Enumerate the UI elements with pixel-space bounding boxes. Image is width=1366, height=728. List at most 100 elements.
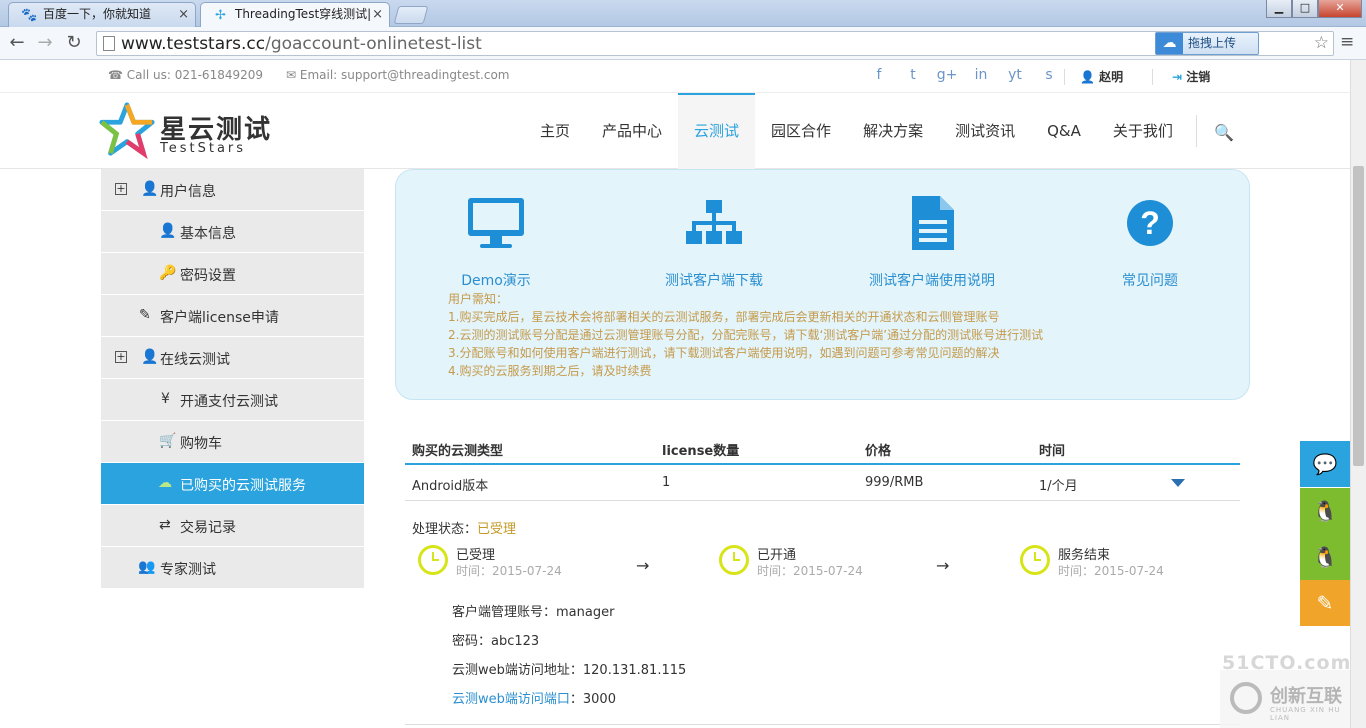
skype-icon[interactable]: s bbox=[1032, 67, 1066, 83]
logout-text: 注销 bbox=[1186, 70, 1211, 84]
feature-faq[interactable]: ? 常见问题 bbox=[1050, 188, 1250, 290]
youtube-icon[interactable]: yt bbox=[998, 67, 1032, 83]
divider bbox=[1196, 115, 1197, 147]
menu-icon[interactable]: ≡ bbox=[1340, 32, 1354, 52]
username: 赵明 bbox=[1099, 70, 1124, 84]
twitter-icon[interactable]: t bbox=[896, 67, 930, 83]
qq-icon: 🐧 bbox=[1312, 499, 1338, 523]
sidebar-item-transactions[interactable]: ⇄ 交易记录 bbox=[101, 505, 364, 547]
email-text: Email: support@threadingtest.com bbox=[299, 68, 510, 82]
logout-link[interactable]: ⇥ 注销 bbox=[1172, 68, 1210, 85]
new-tab-button[interactable] bbox=[393, 6, 429, 24]
page-scrollbar[interactable] bbox=[1350, 60, 1366, 728]
step-title: 已受理 bbox=[456, 548, 496, 563]
close-window-button[interactable]: ✕ bbox=[1318, 0, 1362, 18]
linkedin-icon[interactable]: in bbox=[964, 67, 998, 83]
user-icon: 👤 bbox=[141, 181, 159, 197]
star-icon[interactable]: ☆ bbox=[1314, 33, 1329, 53]
googleplus-icon[interactable]: g+ bbox=[930, 67, 964, 83]
web-address: 云测web端访问地址：120.131.81.115 bbox=[452, 663, 687, 678]
arrow-left-icon[interactable]: ← bbox=[6, 32, 28, 54]
facebook-icon[interactable]: f bbox=[862, 67, 896, 83]
scrollbar-thumb[interactable] bbox=[1353, 166, 1364, 466]
port-value: ：3000 bbox=[569, 692, 616, 707]
step-title: 已开通 bbox=[757, 548, 797, 563]
table-cell: 1 bbox=[662, 475, 671, 490]
feature-label: Demo演示 bbox=[461, 273, 531, 289]
column-header: license数量 bbox=[662, 444, 740, 459]
user-link[interactable]: 👤 赵明 bbox=[1080, 68, 1123, 85]
page-viewport: ☎ Call us: 021-61849209 ✉ Email: support… bbox=[0, 60, 1350, 728]
tab-close-icon[interactable]: × bbox=[372, 3, 383, 26]
url-text[interactable]: www.teststars.cc/goaccount-onlinetest-li… bbox=[121, 34, 482, 54]
feedback-button[interactable]: ✎ bbox=[1300, 580, 1350, 626]
browser-tab-bar: 🐾 百度一下，你就知道 × ✢ ThreadingTest穿线测试| × ▁ □… bbox=[0, 0, 1366, 28]
expand-icon[interactable]: + bbox=[115, 183, 127, 195]
teststars-logo-icon[interactable] bbox=[98, 101, 156, 159]
document-icon bbox=[912, 196, 954, 250]
column-header: 购买的云测类型 bbox=[412, 444, 504, 459]
nav-park-cooperation[interactable]: 园区合作 bbox=[755, 93, 847, 169]
sidebar-item-user-info[interactable]: + 👤 用户信息 bbox=[101, 169, 364, 211]
manager-account: 客户端管理账号：manager bbox=[452, 605, 615, 620]
nav-home[interactable]: 主页 bbox=[524, 93, 586, 169]
expand-icon[interactable]: + bbox=[115, 351, 127, 363]
sidebar-item-password[interactable]: 🔑 密码设置 bbox=[101, 253, 364, 295]
feature-client-manual[interactable]: 测试客户端使用说明 bbox=[832, 188, 1032, 290]
sidebar-item-pay-test[interactable]: ¥ 开通支付云测试 bbox=[101, 379, 364, 421]
maximize-button[interactable]: □ bbox=[1292, 0, 1318, 18]
search-icon[interactable]: 🔍 bbox=[1214, 123, 1234, 142]
user-icon: 👤 bbox=[1080, 70, 1100, 84]
step-time: 时间：2015-07-24 bbox=[1058, 564, 1164, 578]
nav-news[interactable]: 测试资讯 bbox=[939, 93, 1031, 169]
sidebar-item-purchased[interactable]: ☁ 已购买的云测试服务 bbox=[101, 463, 364, 505]
phone-icon: ☎ bbox=[108, 68, 127, 82]
sidebar-item-cart[interactable]: 🛒 购物车 bbox=[101, 421, 364, 463]
sign-out-icon: ⇥ bbox=[1172, 70, 1187, 84]
user-icon: 👤 bbox=[159, 223, 177, 239]
notice-title: 用户需知： bbox=[448, 292, 509, 306]
table-cell: 1/个月 bbox=[1039, 479, 1078, 494]
status-label: 处理状态： bbox=[412, 522, 478, 537]
qq-contact-button[interactable]: 🐧 bbox=[1300, 534, 1350, 580]
arrow-right-icon[interactable]: → bbox=[34, 32, 56, 54]
edit-icon: ✎ bbox=[139, 307, 151, 323]
notice-line: 4.购买的云服务到期之后，请及时续费 bbox=[448, 364, 652, 378]
watermark-en: CHUANG XIN HU LIAN bbox=[1270, 706, 1341, 722]
nav-solutions[interactable]: 解决方案 bbox=[847, 93, 939, 169]
reload-icon[interactable]: ↻ bbox=[63, 32, 85, 54]
minimize-button[interactable]: ▁ bbox=[1266, 0, 1292, 18]
feature-client-download[interactable]: 测试客户端下载 bbox=[614, 188, 814, 290]
sidebar-item-license[interactable]: ✎ 客户端license申请 bbox=[101, 295, 364, 337]
browser-tab-teststars[interactable]: ✢ ThreadingTest穿线测试| × bbox=[200, 2, 390, 28]
cart-icon: 🛒 bbox=[159, 433, 177, 449]
browser-tab-baidu[interactable]: 🐾 百度一下，你就知道 × bbox=[8, 2, 196, 27]
online-chat-button[interactable]: 💬 bbox=[1300, 441, 1350, 487]
social-links: f t g+ in yt s bbox=[862, 67, 1066, 83]
caret-down-icon[interactable] bbox=[1171, 479, 1185, 487]
upload-extension-button[interactable]: ☁ 拖拽上传 bbox=[1155, 32, 1259, 55]
service-table-header: 购买的云测类型 license数量 价格 时间 bbox=[405, 430, 1240, 465]
qq-icon: 🐧 bbox=[1312, 545, 1338, 569]
sidebar-item-expert-test[interactable]: 👥 专家测试 bbox=[101, 547, 364, 589]
sidebar-item-basic-info[interactable]: 👤 基本信息 bbox=[101, 211, 364, 253]
qq-contact-button[interactable]: 🐧 bbox=[1300, 488, 1350, 534]
column-header: 时间 bbox=[1039, 444, 1066, 459]
column-header: 价格 bbox=[865, 444, 892, 459]
address-bar[interactable]: www.teststars.cc/goaccount-onlinetest-li… bbox=[96, 31, 1334, 56]
edit-icon: ✎ bbox=[1316, 591, 1334, 615]
cloud-upload-icon: ☁ bbox=[1156, 33, 1183, 54]
logo-english: TestStars bbox=[160, 141, 247, 156]
nav-qa[interactable]: Q&A bbox=[1031, 93, 1097, 169]
processing-status: 处理状态：已受理 bbox=[412, 518, 516, 537]
main-navigation: 主页 产品中心 云测试 园区合作 解决方案 测试资讯 Q&A 关于我们 bbox=[524, 93, 1189, 169]
nav-cloud-test[interactable]: 云测试 bbox=[678, 93, 756, 169]
nav-products[interactable]: 产品中心 bbox=[586, 93, 678, 169]
feature-demo[interactable]: Demo演示 bbox=[396, 188, 596, 290]
port-label: 云测web端访问端口 bbox=[452, 692, 570, 707]
nav-about[interactable]: 关于我们 bbox=[1097, 93, 1189, 169]
table-row[interactable]: Android版本 1 999/RMB 1/个月 bbox=[405, 465, 1240, 501]
sidebar-item-online-test[interactable]: + 👤 在线云测试 bbox=[101, 337, 364, 379]
sidebar-item-label: 交易记录 bbox=[180, 520, 236, 536]
tab-close-icon[interactable]: × bbox=[178, 3, 189, 26]
